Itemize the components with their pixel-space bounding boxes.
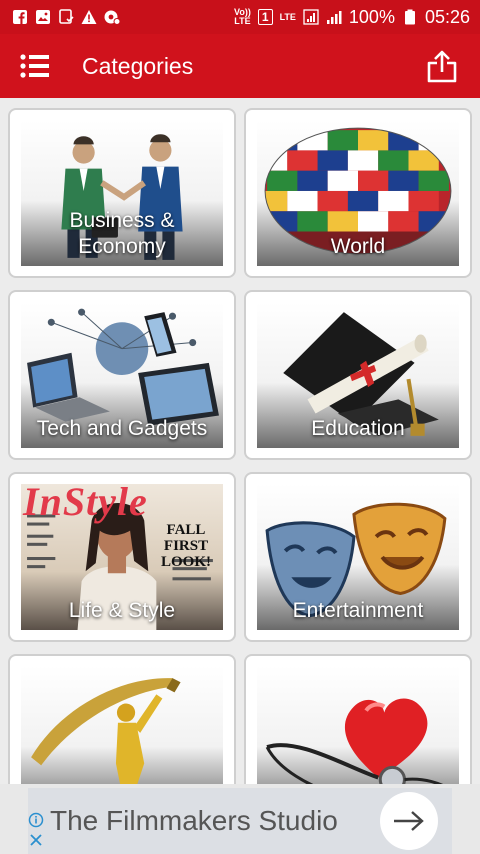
volte-indicator: Vo)) LTE <box>234 8 251 26</box>
category-card-world[interactable]: World <box>244 108 472 278</box>
category-image-entertainment: Entertainment <box>257 484 459 630</box>
settings-icon <box>104 9 120 25</box>
ad-arrow-button[interactable] <box>380 792 438 850</box>
category-card-lifestyle[interactable]: InStyle FALL FIRST LOOK! Life & Style <box>8 472 236 642</box>
category-card-health[interactable] <box>244 654 472 784</box>
image-icon <box>35 9 51 25</box>
category-label-line1: Business & <box>69 209 175 232</box>
heart-stethoscope-illustration <box>265 698 444 784</box>
category-image-sports <box>21 666 223 784</box>
battery-icon <box>402 9 418 25</box>
message-icon <box>58 9 74 25</box>
adchoices-icon[interactable] <box>28 812 44 828</box>
signal-icon <box>303 9 319 25</box>
category-card-business[interactable]: Business & Economy <box>8 108 236 278</box>
category-label-line2: Economy <box>78 235 166 258</box>
menu-icon <box>20 54 49 78</box>
clock: 05:26 <box>424 6 470 27</box>
category-image-health <box>257 666 459 784</box>
signal-strength-icon <box>326 9 342 25</box>
category-label: Education <box>311 417 405 440</box>
arrow-right-icon <box>394 811 424 831</box>
ad-content[interactable]: The Filmmakers Studio <box>28 788 452 854</box>
share-icon <box>427 50 457 83</box>
menu-button[interactable] <box>0 34 70 98</box>
category-card-tech[interactable]: Tech and Gadgets <box>8 290 236 460</box>
category-label: World <box>330 235 386 258</box>
category-image-tech: Tech and Gadgets <box>21 302 223 448</box>
lte-label: LTE <box>279 11 296 22</box>
category-card-entertainment[interactable]: Entertainment <box>244 472 472 642</box>
ad-text[interactable]: The Filmmakers Studio <box>50 805 380 837</box>
category-label: Business & Economy <box>21 208 223 260</box>
category-card-sports[interactable] <box>8 654 236 784</box>
status-bar: Vo)) LTE 1 LTE 100% 05:26 <box>0 0 480 34</box>
facebook-icon <box>12 9 28 25</box>
category-image-education: Education <box>257 302 459 448</box>
magazine-cover-text: FALL FIRST LOOK! <box>160 522 211 570</box>
close-icon[interactable] <box>28 832 44 848</box>
category-grid: Business & Economy World Tech and Gadget… <box>0 98 480 784</box>
cricket-player-illustration <box>31 678 181 784</box>
category-image-world: World <box>257 120 459 266</box>
category-label: Entertainment <box>292 599 424 622</box>
warning-icon <box>81 9 97 25</box>
battery-percent: 100% <box>348 6 395 27</box>
category-label: Tech and Gadgets <box>36 417 208 440</box>
page-title: Categories <box>82 52 194 79</box>
category-card-education[interactable]: Education <box>244 290 472 460</box>
category-label: Life & Style <box>68 599 176 622</box>
lte-sub-label: LTE <box>234 16 251 26</box>
share-button[interactable] <box>404 34 480 98</box>
magazine-title: InStyle <box>23 484 148 524</box>
app-bar: Categories <box>0 34 480 98</box>
ad-banner[interactable]: The Filmmakers Studio <box>0 784 480 854</box>
category-image-lifestyle: InStyle FALL FIRST LOOK! Life & Style <box>21 484 223 630</box>
category-image-business: Business & Economy <box>21 120 223 266</box>
sim-icon: 1 <box>257 9 273 25</box>
